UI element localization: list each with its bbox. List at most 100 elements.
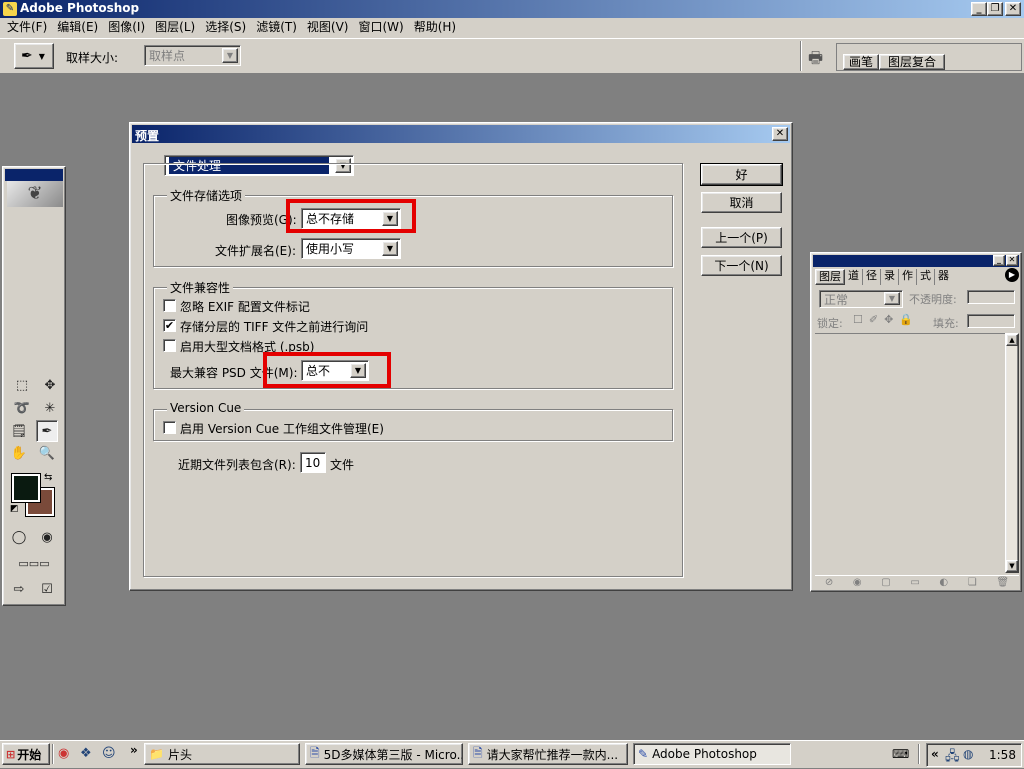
volume-icon[interactable]: ◍ — [963, 747, 973, 761]
tab-layers[interactable]: 图层 — [815, 269, 845, 285]
move-tool-icon[interactable]: ✥ — [39, 374, 61, 396]
ask-tiff-label[interactable]: 存储分层的 TIFF 文件之前进行询问 — [180, 318, 368, 335]
scroll-down-icon[interactable]: ▼ — [1006, 560, 1018, 572]
standard-mode-icon[interactable]: ◯ — [8, 526, 30, 548]
menu-select[interactable]: 选择(S) — [200, 18, 251, 36]
menu-file[interactable]: 文件(F) — [2, 18, 52, 36]
keyboard-icon[interactable]: ⌨ — [892, 747, 909, 761]
zoom-tool-icon[interactable]: 🔍 — [36, 442, 58, 464]
magic-wand-icon[interactable]: ✳ — [39, 397, 61, 419]
screen-mode-icon[interactable]: ▭▭▭ — [6, 552, 62, 574]
ignore-exif-label[interactable]: 忽略 EXIF 配置文件标记 — [180, 298, 310, 315]
network-icon[interactable]: 🖧 — [945, 747, 960, 769]
feather-logo-icon[interactable]: ❦ — [7, 181, 63, 207]
ignore-exif-checkbox[interactable] — [163, 299, 176, 312]
swap-colors-icon[interactable]: ⇆ — [44, 472, 52, 483]
layers-panel: _ ✕ 图层 道 径 录 作 式 器 ▶ 正常 ▼ 不透明度: 锁定: ☐✐✥🔒… — [810, 252, 1022, 592]
next-button[interactable]: 下一个(N) — [701, 255, 782, 276]
taskbar-item-piantou[interactable]: 📁 片头 — [144, 743, 300, 765]
previous-button[interactable]: 上一个(P) — [701, 227, 782, 248]
chevron-down-icon: ▼ — [884, 292, 900, 305]
palette-tab-layer-comps[interactable]: 图层复合 — [879, 54, 945, 70]
ask-tiff-checkbox[interactable]: ✔ — [163, 319, 176, 332]
scroll-up-icon[interactable]: ▲ — [1006, 334, 1018, 346]
panel-minimize-button[interactable]: _ — [993, 255, 1005, 266]
image-preview-select[interactable]: 总不存储 ▼ — [301, 208, 401, 229]
quicklaunch-media-icon[interactable]: ◉ — [58, 746, 69, 761]
photoshop-logo-icon: ✎ — [3, 2, 17, 16]
menu-view[interactable]: 视图(V) — [302, 18, 354, 36]
cancel-button[interactable]: 取消 — [701, 192, 782, 213]
menu-window[interactable]: 窗口(W) — [353, 18, 408, 36]
taskbar-item-word[interactable]: 🗎 5D多媒体第三版 - Micro... — [305, 743, 463, 765]
tool-preset-picker[interactable]: ✒ ▼ — [14, 43, 54, 69]
quickmask-mode-icon[interactable]: ◉ — [36, 526, 58, 548]
taskbar-item-browser[interactable]: 🗎 请大家帮忙推荐一款内... — [468, 743, 628, 765]
palette-well-icon[interactable]: 🖶 — [808, 47, 823, 74]
tab-styles[interactable]: 式 — [917, 269, 935, 285]
dialog-title: 预置 — [135, 129, 160, 143]
palette-well: 画笔 图层复合 — [836, 43, 1022, 71]
new-layer-icon[interactable]: ❏ — [968, 577, 977, 588]
tab-channels[interactable]: 道 — [845, 269, 863, 285]
taskbar-item-photoshop[interactable]: ✎ Adobe Photoshop — [633, 743, 791, 765]
options-bar: ✒ ▼ 取样大小: 取样点 ▼ 🖶 画笔 图层复合 — [0, 38, 1024, 74]
rect-marquee-tool-icon[interactable]: ⬚ — [11, 374, 33, 396]
dialog-close-button[interactable]: ✕ — [772, 127, 788, 141]
jump-to-imageready-icon[interactable]: ⇨ — [8, 578, 30, 600]
sample-size-label: 取样大小: — [66, 51, 119, 65]
default-colors-icon[interactable]: ◩ — [10, 504, 19, 514]
file-save-legend: 文件存储选项 — [167, 187, 246, 204]
extension-select[interactable]: 使用小写 ▼ — [301, 238, 401, 259]
menu-filter[interactable]: 滤镜(T) — [251, 18, 302, 36]
adjustment-layer-icon[interactable]: ◐ — [939, 577, 948, 588]
start-button[interactable]: ⊞ 开始 — [2, 743, 50, 765]
panel-menu-icon[interactable]: ▶ — [1005, 268, 1019, 282]
quicklaunch-chat-icon[interactable]: ☺ — [102, 746, 116, 761]
toolbox-header — [5, 169, 63, 181]
foreground-color-swatch[interactable] — [11, 473, 41, 503]
max-psd-select[interactable]: 总不 ▼ — [301, 360, 369, 381]
close-button[interactable]: ✕ — [1005, 2, 1021, 16]
fill-label: 填充: — [933, 317, 959, 330]
folder-icon: 📁 — [149, 747, 164, 761]
lasso-tool-icon[interactable]: ➰ — [11, 397, 33, 419]
palette-tab-brushes[interactable]: 画笔 — [843, 54, 879, 70]
version-cue-checkbox[interactable] — [163, 421, 176, 434]
panel-close-button[interactable]: ✕ — [1006, 255, 1018, 266]
quicklaunch-qq-icon[interactable]: ❖ — [80, 746, 92, 761]
tab-layer-comps[interactable]: 器 — [935, 269, 952, 285]
layer-style-icon[interactable]: ◉ — [853, 577, 862, 588]
eyedropper-tool-icon[interactable]: ✒ — [36, 420, 58, 442]
sample-size-select[interactable]: 取样点 ▼ — [144, 45, 241, 66]
menu-help[interactable]: 帮助(H) — [409, 18, 461, 36]
large-doc-checkbox[interactable] — [163, 339, 176, 352]
link-icon[interactable]: ⊘ — [825, 577, 833, 588]
blend-mode-select[interactable]: 正常 ▼ — [819, 290, 903, 308]
mask-icon[interactable]: ▢ — [881, 577, 890, 588]
tab-actions[interactable]: 作 — [899, 269, 917, 285]
recent-files-input[interactable]: 10 — [300, 452, 326, 473]
chevron-down-icon: ▼ — [222, 48, 238, 63]
layers-scrollbar[interactable]: ▲ ▼ — [1005, 333, 1019, 573]
ok-button[interactable]: 好 — [700, 163, 783, 186]
notes-tool-icon[interactable]: 🗒 — [8, 420, 30, 442]
version-cue-label[interactable]: 启用 Version Cue 工作组文件管理(E) — [180, 420, 384, 437]
tab-paths[interactable]: 径 — [863, 269, 881, 285]
menu-image[interactable]: 图像(I) — [103, 18, 150, 36]
edit-in-imageready-icon[interactable]: ☑ — [36, 578, 58, 600]
word-doc-icon: 🗎 — [473, 745, 483, 760]
hand-tool-icon[interactable]: ✋ — [8, 442, 30, 464]
minimize-button[interactable]: _ — [971, 2, 987, 16]
menu-layer[interactable]: 图层(L) — [150, 18, 200, 36]
restore-button[interactable]: ❐ — [987, 2, 1003, 16]
opacity-input[interactable] — [967, 290, 1015, 304]
fill-input[interactable] — [967, 314, 1015, 328]
chevron-down-icon: ▼ — [38, 51, 45, 61]
tray-expand-icon[interactable]: « — [931, 747, 939, 761]
tab-history[interactable]: 录 — [881, 269, 899, 285]
menu-edit[interactable]: 编辑(E) — [52, 18, 103, 36]
trash-icon[interactable]: 🗑 — [996, 577, 1009, 588]
chevron-more-icon[interactable]: » — [130, 743, 138, 757]
folder-icon[interactable]: ▭ — [910, 577, 919, 588]
